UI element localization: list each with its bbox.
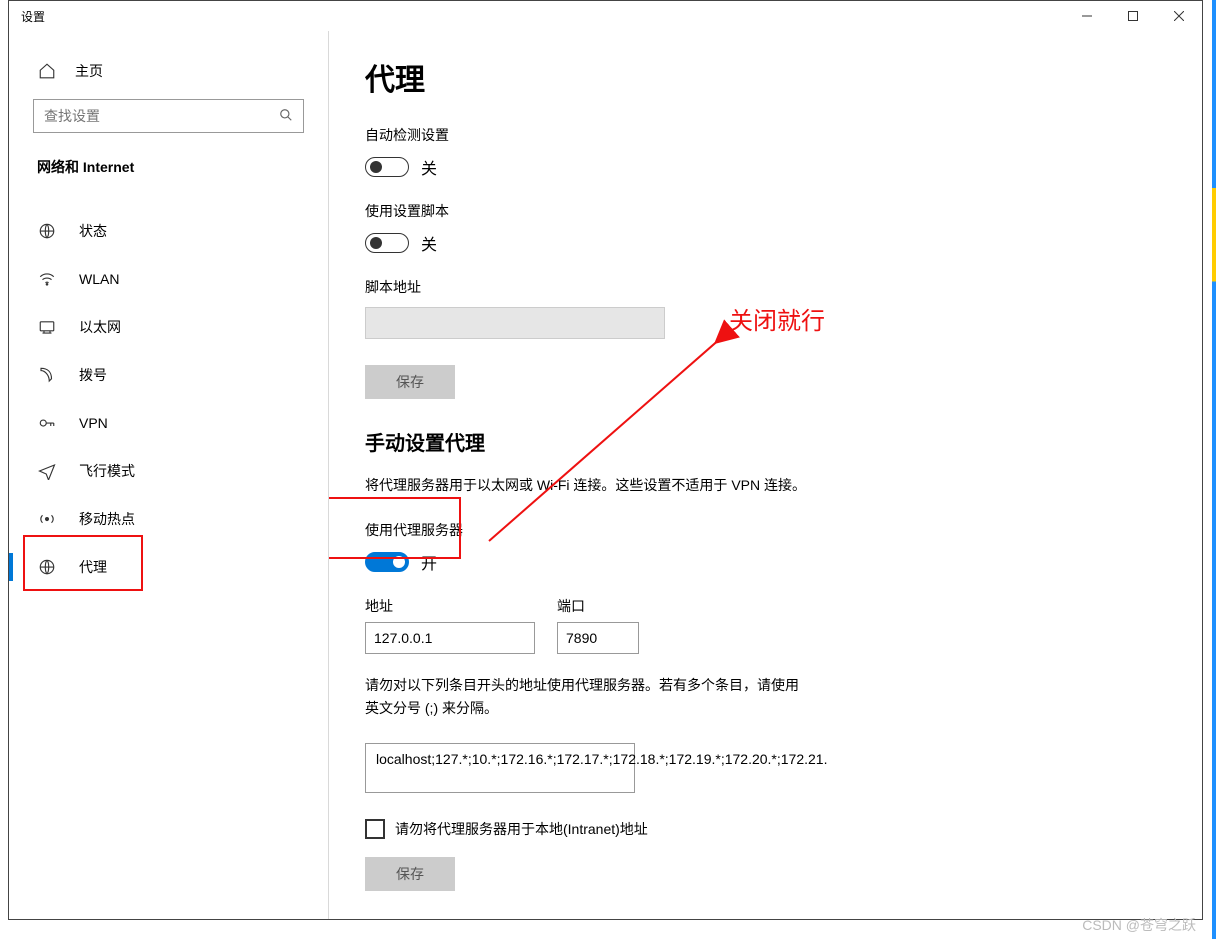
sidebar-item-ethernet[interactable]: 以太网 (9, 303, 328, 351)
script-address-label: 脚本地址 (365, 277, 1172, 297)
wifi-icon (37, 270, 57, 288)
annotation-text: 关闭就行 (729, 301, 825, 336)
sidebar-item-label: 以太网 (79, 317, 121, 337)
airplane-icon (37, 462, 57, 480)
intranet-label: 请勿将代理服务器用于本地(Intranet)地址 (395, 819, 648, 839)
sidebar: 主页 网络和 Internet 状态 WLAN (9, 31, 329, 919)
auto-detect-state: 关 (421, 155, 437, 179)
sidebar-item-label: 代理 (79, 557, 107, 577)
search-icon (279, 108, 293, 125)
page-title: 代理 (365, 55, 1172, 99)
window-title: 设置 (21, 8, 45, 25)
main-content: 代理 自动检测设置 关 使用设置脚本 关 脚本地址 保存 手动设置代理 将代理服… (329, 31, 1202, 919)
sidebar-item-label: 状态 (79, 221, 107, 241)
address-input[interactable] (365, 622, 535, 654)
bypass-input[interactable]: localhost;127.*;10.*;172.16.*;172.17.*;1… (365, 743, 635, 793)
status-icon (37, 222, 57, 240)
sidebar-item-label: VPN (79, 415, 108, 431)
address-label: 地址 (365, 596, 535, 616)
auto-detect-label: 自动检测设置 (365, 125, 1172, 145)
sidebar-nav: 状态 WLAN 以太网 拨号 VPN (9, 207, 328, 591)
settings-window: 设置 主页 (8, 0, 1203, 920)
manual-section-title: 手动设置代理 (365, 427, 1172, 456)
save-button-top[interactable]: 保存 (365, 365, 455, 399)
search-field[interactable] (44, 108, 279, 124)
manual-description: 将代理服务器用于以太网或 Wi-Fi 连接。这些设置不适用于 VPN 连接。 (365, 474, 825, 496)
sidebar-item-vpn[interactable]: VPN (9, 399, 328, 447)
bypass-description: 请勿对以下列条目开头的地址使用代理服务器。若有多个条目，请使用英文分号 (;) … (365, 674, 805, 719)
sidebar-item-label: WLAN (79, 271, 119, 287)
use-script-label: 使用设置脚本 (365, 201, 1172, 221)
sidebar-item-label: 拨号 (79, 365, 107, 385)
ethernet-icon (37, 318, 57, 336)
use-script-toggle[interactable] (365, 233, 409, 253)
save-button-bottom[interactable]: 保存 (365, 857, 455, 891)
home-label: 主页 (75, 61, 103, 81)
use-proxy-toggle[interactable] (365, 552, 409, 572)
use-script-state: 关 (421, 231, 437, 255)
sidebar-item-status[interactable]: 状态 (9, 207, 328, 255)
sidebar-section-title: 网络和 Internet (9, 151, 328, 187)
close-button[interactable] (1156, 1, 1202, 31)
right-watermark-strip (1212, 0, 1216, 939)
dialup-icon (37, 366, 57, 384)
script-address-input[interactable] (365, 307, 665, 339)
titlebar: 设置 (9, 1, 1202, 31)
minimize-button[interactable] (1064, 1, 1110, 31)
sidebar-item-label: 移动热点 (79, 509, 135, 529)
sidebar-item-dialup[interactable]: 拨号 (9, 351, 328, 399)
window-controls (1064, 1, 1202, 31)
use-proxy-label: 使用代理服务器 (365, 520, 1172, 540)
sidebar-item-proxy[interactable]: 代理 (9, 543, 328, 591)
home-link[interactable]: 主页 (9, 51, 328, 99)
port-input[interactable] (557, 622, 639, 654)
csdn-watermark: CSDN @苍穹之跃 (1082, 915, 1196, 935)
home-icon (37, 62, 57, 80)
maximize-button[interactable] (1110, 1, 1156, 31)
vpn-icon (37, 414, 57, 432)
hotspot-icon (37, 510, 57, 528)
bypass-value: localhost;127.*;10.*;172.16.*;172.17.*;1… (376, 751, 827, 767)
auto-detect-toggle[interactable] (365, 157, 409, 177)
sidebar-item-airplane[interactable]: 飞行模式 (9, 447, 328, 495)
search-input[interactable] (33, 99, 304, 133)
sidebar-item-hotspot[interactable]: 移动热点 (9, 495, 328, 543)
port-label: 端口 (557, 596, 639, 616)
sidebar-item-label: 飞行模式 (79, 461, 135, 481)
proxy-icon (37, 558, 57, 576)
intranet-checkbox[interactable] (365, 819, 385, 839)
sidebar-item-wlan[interactable]: WLAN (9, 255, 328, 303)
use-proxy-state: 开 (421, 550, 437, 574)
